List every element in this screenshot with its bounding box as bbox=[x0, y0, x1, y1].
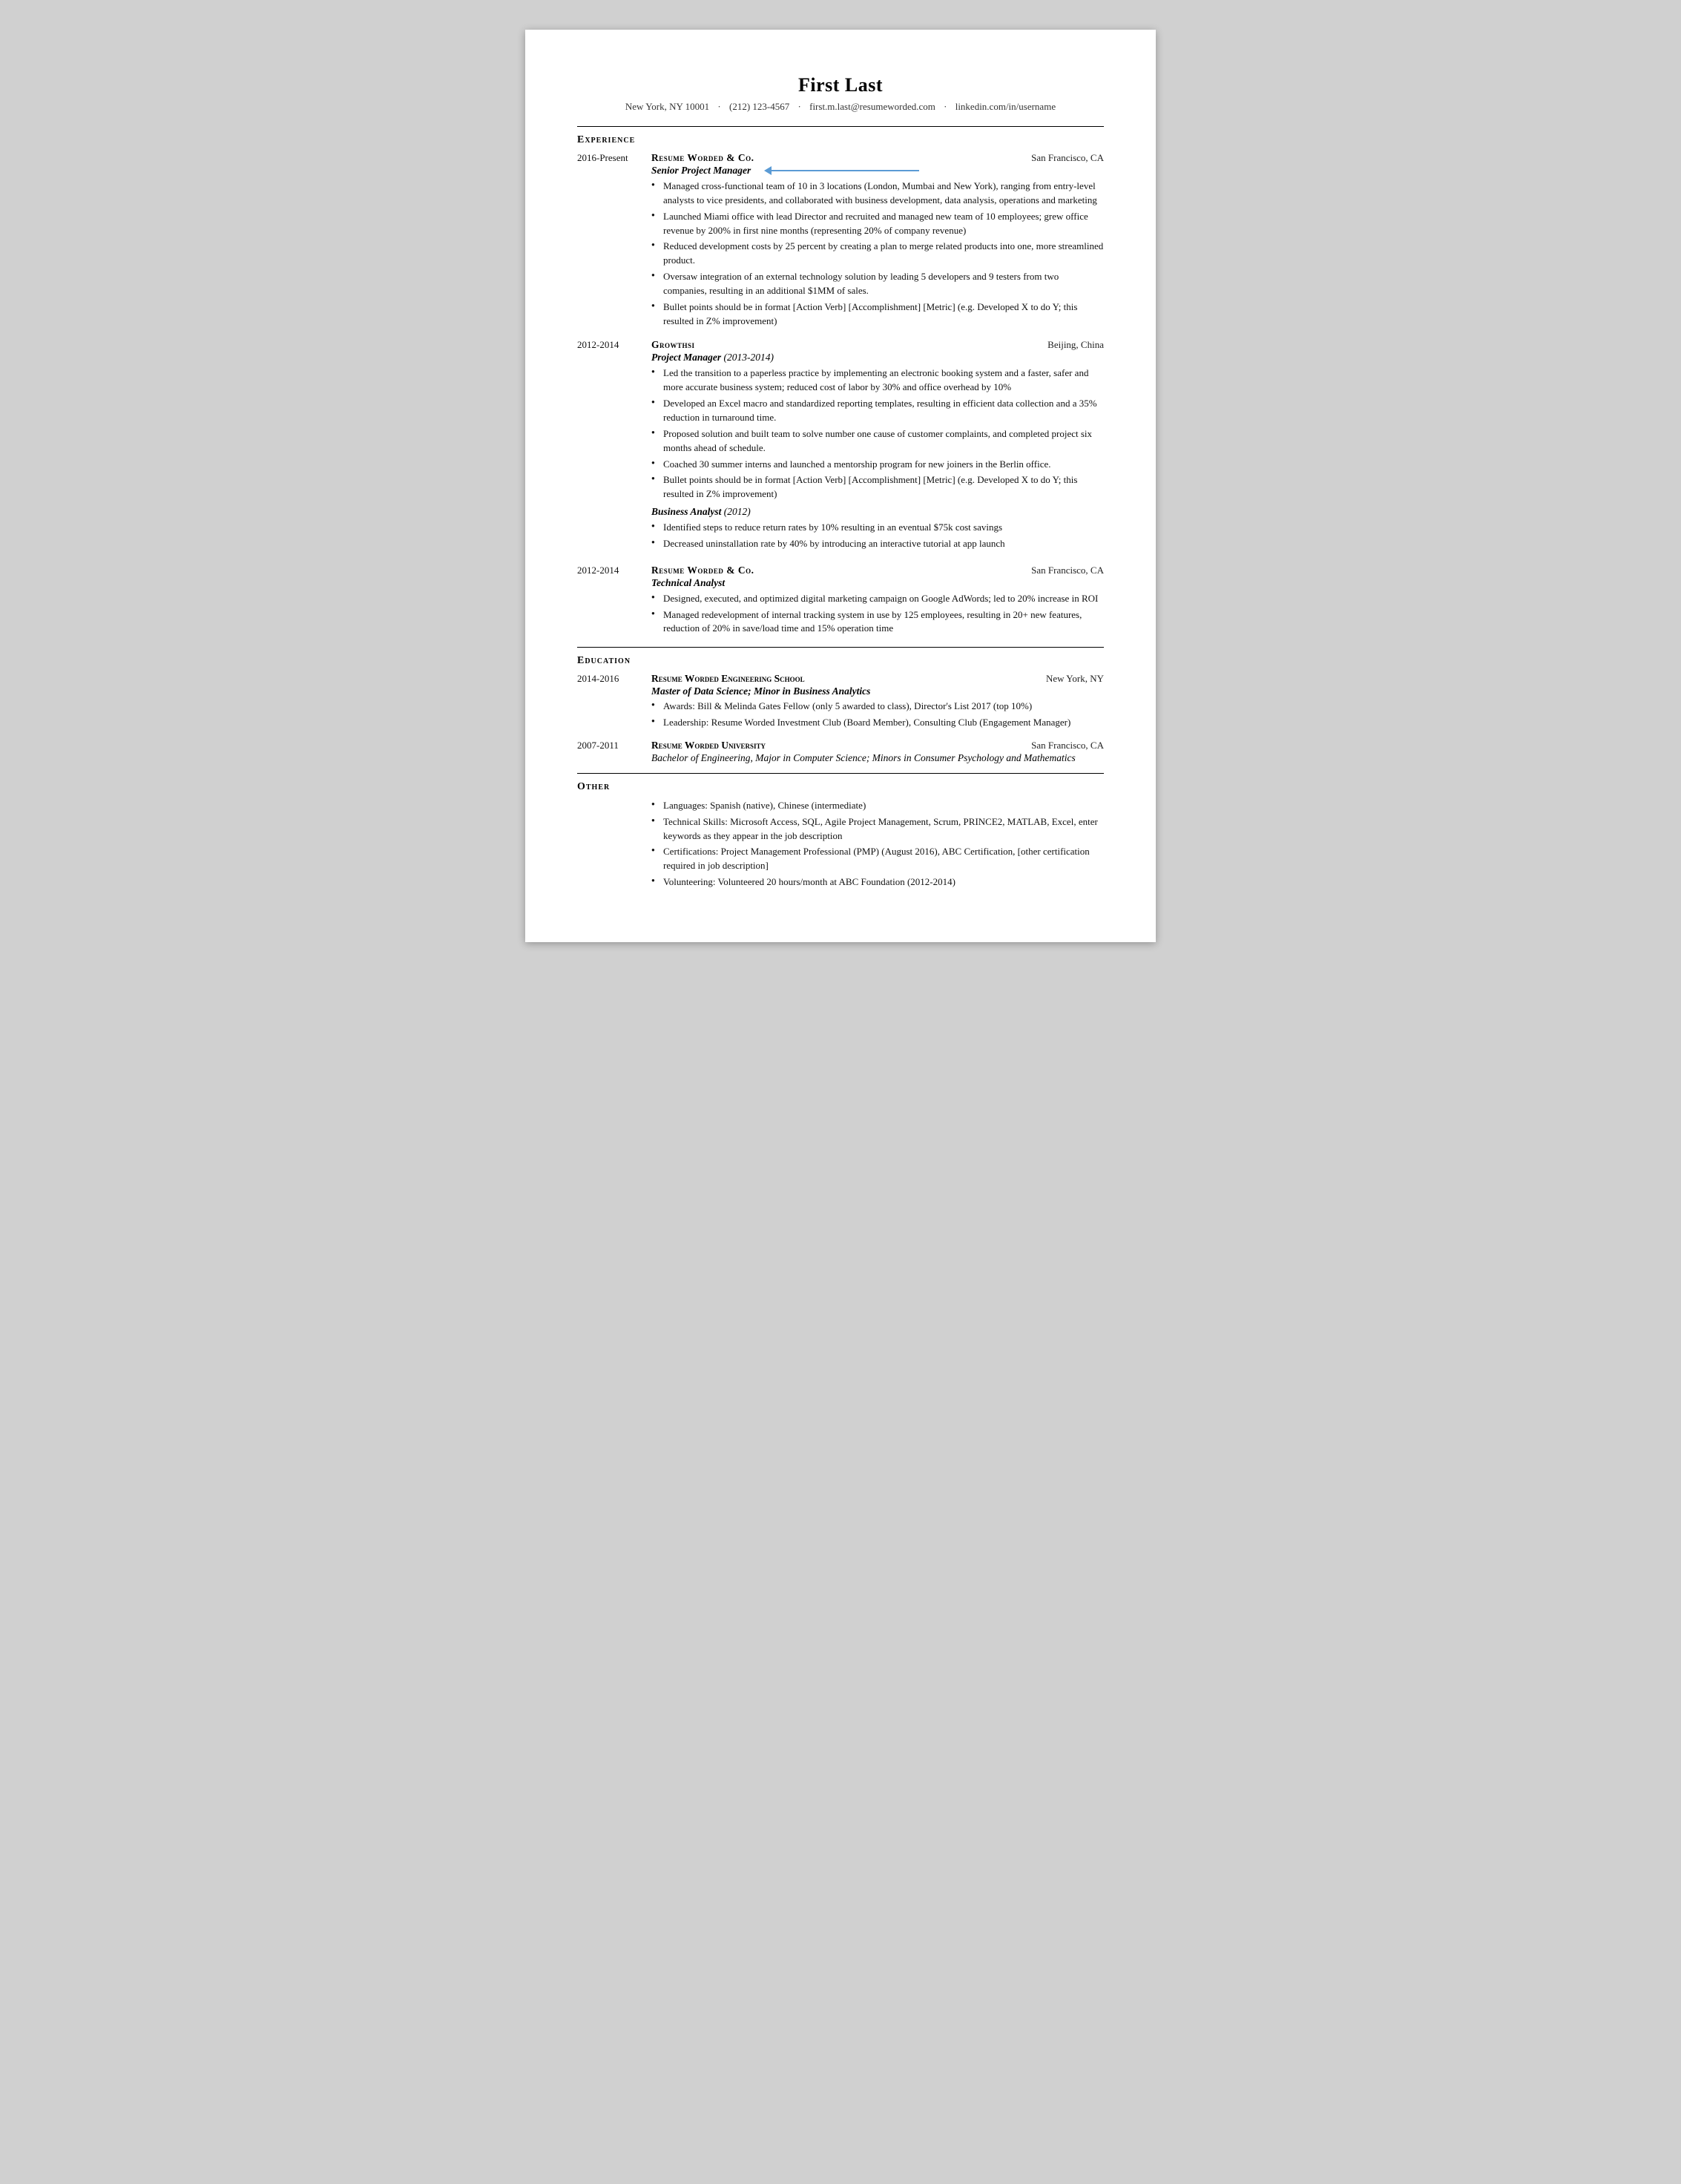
header-contact: New York, NY 10001 · (212) 123-4567 · fi… bbox=[577, 101, 1104, 113]
education-divider bbox=[577, 647, 1104, 648]
education-section: Education 2014-2016 Resume Worded Engine… bbox=[577, 655, 1104, 766]
job-date-1: 2016-Present bbox=[577, 152, 651, 330]
job-header-2: Growthsi Beijing, China bbox=[651, 339, 1104, 351]
edu-header-1: Resume Worded Engineering School New Yor… bbox=[651, 673, 1104, 685]
bullet-item: Certifications: Project Management Profe… bbox=[651, 845, 1104, 873]
job-content-2: Growthsi Beijing, China Project Manager … bbox=[651, 339, 1104, 555]
job-title-2: Project Manager (2013-2014) bbox=[651, 352, 774, 364]
bullet-item: Managed redevelopment of internal tracki… bbox=[651, 608, 1104, 637]
edu-content-1: Resume Worded Engineering School New Yor… bbox=[651, 673, 1104, 732]
job-entry-2: 2012-2014 Growthsi Beijing, China Projec… bbox=[577, 339, 1104, 555]
other-divider bbox=[577, 773, 1104, 774]
job-location-3: San Francisco, CA bbox=[1031, 565, 1104, 576]
experience-title: Experience bbox=[577, 134, 1104, 146]
experience-section: Experience 2016-Present Resume Worded & … bbox=[577, 134, 1104, 638]
job-bullets-3: Designed, executed, and optimized digita… bbox=[651, 592, 1104, 637]
candidate-name: First Last bbox=[577, 74, 1104, 96]
dot2: · bbox=[798, 101, 804, 112]
edu-content-2: Resume Worded University San Francisco, … bbox=[651, 740, 1104, 766]
arrow-annotation bbox=[764, 166, 919, 175]
edu-date-1: 2014-2016 bbox=[577, 673, 651, 732]
bullet-item: Bullet points should be in format [Actio… bbox=[651, 473, 1104, 501]
bullet-item: Leadership: Resume Worded Investment Clu… bbox=[651, 716, 1104, 730]
header-divider bbox=[577, 126, 1104, 127]
bullet-item: Bullet points should be in format [Actio… bbox=[651, 300, 1104, 329]
job-date-2: 2012-2014 bbox=[577, 339, 651, 555]
other-title: Other bbox=[577, 781, 1104, 793]
job-title-row-2b: Business Analyst (2012) bbox=[651, 506, 1104, 518]
bullet-item: Volunteering: Volunteered 20 hours/month… bbox=[651, 875, 1104, 889]
other-content: Languages: Spanish (native), Chinese (in… bbox=[577, 799, 1104, 892]
edu-location-2: San Francisco, CA bbox=[1031, 740, 1104, 751]
edu-location-1: New York, NY bbox=[1046, 673, 1104, 685]
company-name-1: Resume Worded & Co. bbox=[651, 152, 754, 164]
job-bullets-2b: Identified steps to reduce return rates … bbox=[651, 521, 1104, 551]
bullet-item: Led the transition to a paperless practi… bbox=[651, 366, 1104, 395]
bullet-item: Proposed solution and built team to solv… bbox=[651, 427, 1104, 455]
resume-page: First Last New York, NY 10001 · (212) 12… bbox=[525, 30, 1156, 942]
job-bullets-1: Managed cross-functional team of 10 in 3… bbox=[651, 180, 1104, 328]
location: New York, NY 10001 bbox=[625, 101, 709, 112]
job-header-3: Resume Worded & Co. San Francisco, CA bbox=[651, 565, 1104, 576]
bullet-item: Oversaw integration of an external techn… bbox=[651, 270, 1104, 298]
job-entry-1: 2016-Present Resume Worded & Co. San Fra… bbox=[577, 152, 1104, 330]
job-title-3: Technical Analyst bbox=[651, 577, 725, 589]
edu-bullets-1: Awards: Bill & Melinda Gates Fellow (onl… bbox=[651, 700, 1104, 730]
job-bullets-2: Led the transition to a paperless practi… bbox=[651, 366, 1104, 501]
other-bullets: Languages: Spanish (native), Chinese (in… bbox=[651, 799, 1104, 889]
bullet-item: Developed an Excel macro and standardize… bbox=[651, 397, 1104, 425]
job-date-3: 2012-2014 bbox=[577, 565, 651, 639]
education-title: Education bbox=[577, 655, 1104, 667]
bullet-item: Managed cross-functional team of 10 in 3… bbox=[651, 180, 1104, 208]
edu-header-2: Resume Worded University San Francisco, … bbox=[651, 740, 1104, 751]
edu-school-1: Resume Worded Engineering School bbox=[651, 673, 805, 685]
job-content-3: Resume Worded & Co. San Francisco, CA Te… bbox=[651, 565, 1104, 639]
other-date-spacer bbox=[577, 799, 651, 892]
bullet-item: Reduced development costs by 25 percent … bbox=[651, 240, 1104, 268]
job-title-2b: Business Analyst (2012) bbox=[651, 506, 751, 518]
linkedin: linkedin.com/in/username bbox=[955, 101, 1056, 112]
job-title-1: Senior Project Manager bbox=[651, 165, 751, 177]
edu-entry-1: 2014-2016 Resume Worded Engineering Scho… bbox=[577, 673, 1104, 732]
bullet-item: Coached 30 summer interns and launched a… bbox=[651, 458, 1104, 472]
other-bullets-content: Languages: Spanish (native), Chinese (in… bbox=[651, 799, 1104, 892]
bullet-item: Languages: Spanish (native), Chinese (in… bbox=[651, 799, 1104, 813]
job-location-1: San Francisco, CA bbox=[1031, 152, 1104, 164]
phone: (212) 123-4567 bbox=[729, 101, 789, 112]
bullet-item: Decreased uninstallation rate by 40% by … bbox=[651, 537, 1104, 551]
other-section: Other Languages: Spanish (native), Chine… bbox=[577, 781, 1104, 892]
arrow-line bbox=[771, 170, 919, 171]
job-title-row-1: Senior Project Manager bbox=[651, 165, 1104, 177]
edu-degree-2: Bachelor of Engineering, Major in Comput… bbox=[651, 752, 1104, 764]
job-title-row-2: Project Manager (2013-2014) bbox=[651, 352, 1104, 364]
bullet-item: Technical Skills: Microsoft Access, SQL,… bbox=[651, 815, 1104, 843]
edu-entry-2: 2007-2011 Resume Worded University San F… bbox=[577, 740, 1104, 766]
edu-degree-1: Master of Data Science; Minor in Busines… bbox=[651, 685, 1104, 697]
company-name-3: Resume Worded & Co. bbox=[651, 565, 754, 576]
dot3: · bbox=[944, 101, 950, 112]
job-content-1: Resume Worded & Co. San Francisco, CA Se… bbox=[651, 152, 1104, 330]
edu-school-2: Resume Worded University bbox=[651, 740, 766, 751]
job-title-row-3: Technical Analyst bbox=[651, 577, 1104, 589]
edu-date-2: 2007-2011 bbox=[577, 740, 651, 766]
job-header-1: Resume Worded & Co. San Francisco, CA bbox=[651, 152, 1104, 164]
email: first.m.last@resumeworded.com bbox=[809, 101, 935, 112]
job-location-2: Beijing, China bbox=[1047, 339, 1104, 351]
company-name-2: Growthsi bbox=[651, 339, 695, 351]
header: First Last New York, NY 10001 · (212) 12… bbox=[577, 74, 1104, 113]
bullet-item: Launched Miami office with lead Director… bbox=[651, 210, 1104, 238]
dot1: · bbox=[717, 101, 723, 112]
bullet-item: Awards: Bill & Melinda Gates Fellow (onl… bbox=[651, 700, 1104, 714]
bullet-item: Designed, executed, and optimized digita… bbox=[651, 592, 1104, 606]
bullet-item: Identified steps to reduce return rates … bbox=[651, 521, 1104, 535]
sub-role-2: Business Analyst (2012) Identified steps… bbox=[651, 506, 1104, 551]
job-entry-3: 2012-2014 Resume Worded & Co. San Franci… bbox=[577, 565, 1104, 639]
